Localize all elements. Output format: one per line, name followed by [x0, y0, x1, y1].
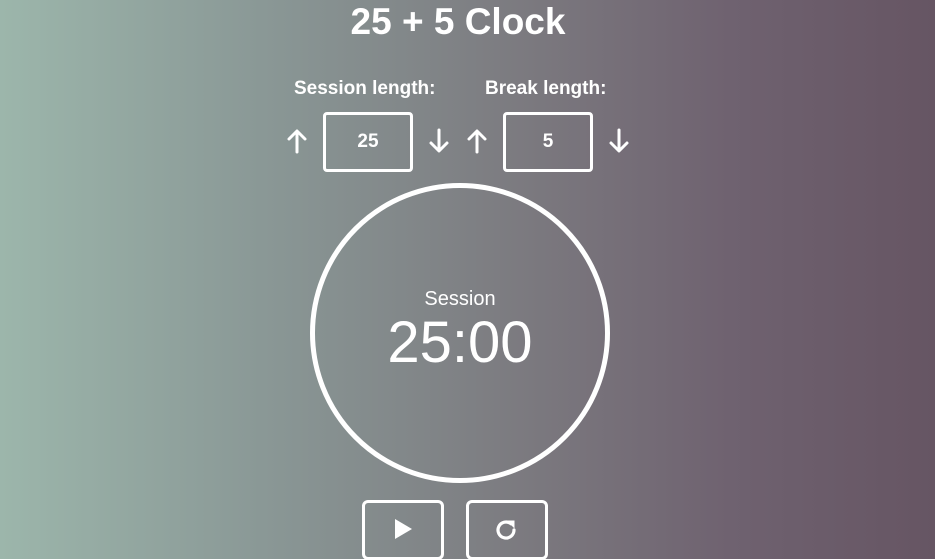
play-icon	[395, 519, 412, 539]
session-length-label: Session length:	[294, 78, 436, 99]
arrow-up-icon	[287, 129, 307, 154]
break-length-value: 5	[503, 112, 593, 172]
timer-display: 25:00	[387, 310, 533, 375]
app-title: 25 + 5 Clock	[350, 1, 566, 42]
timer-circle: Session 25:00	[310, 183, 610, 483]
session-increment-button[interactable]	[284, 126, 310, 156]
session-length-value: 25	[323, 112, 413, 172]
arrow-up-icon	[467, 129, 487, 154]
reset-button[interactable]	[466, 500, 548, 559]
refresh-icon	[496, 520, 516, 540]
break-decrement-button[interactable]	[606, 126, 632, 156]
session-decrement-button[interactable]	[426, 126, 452, 156]
break-length-label: Break length:	[485, 78, 607, 99]
arrow-down-icon	[429, 128, 449, 153]
break-increment-button[interactable]	[464, 126, 490, 156]
arrow-down-icon	[609, 128, 629, 153]
start-stop-button[interactable]	[362, 500, 444, 559]
timer-label: Session	[424, 288, 496, 310]
